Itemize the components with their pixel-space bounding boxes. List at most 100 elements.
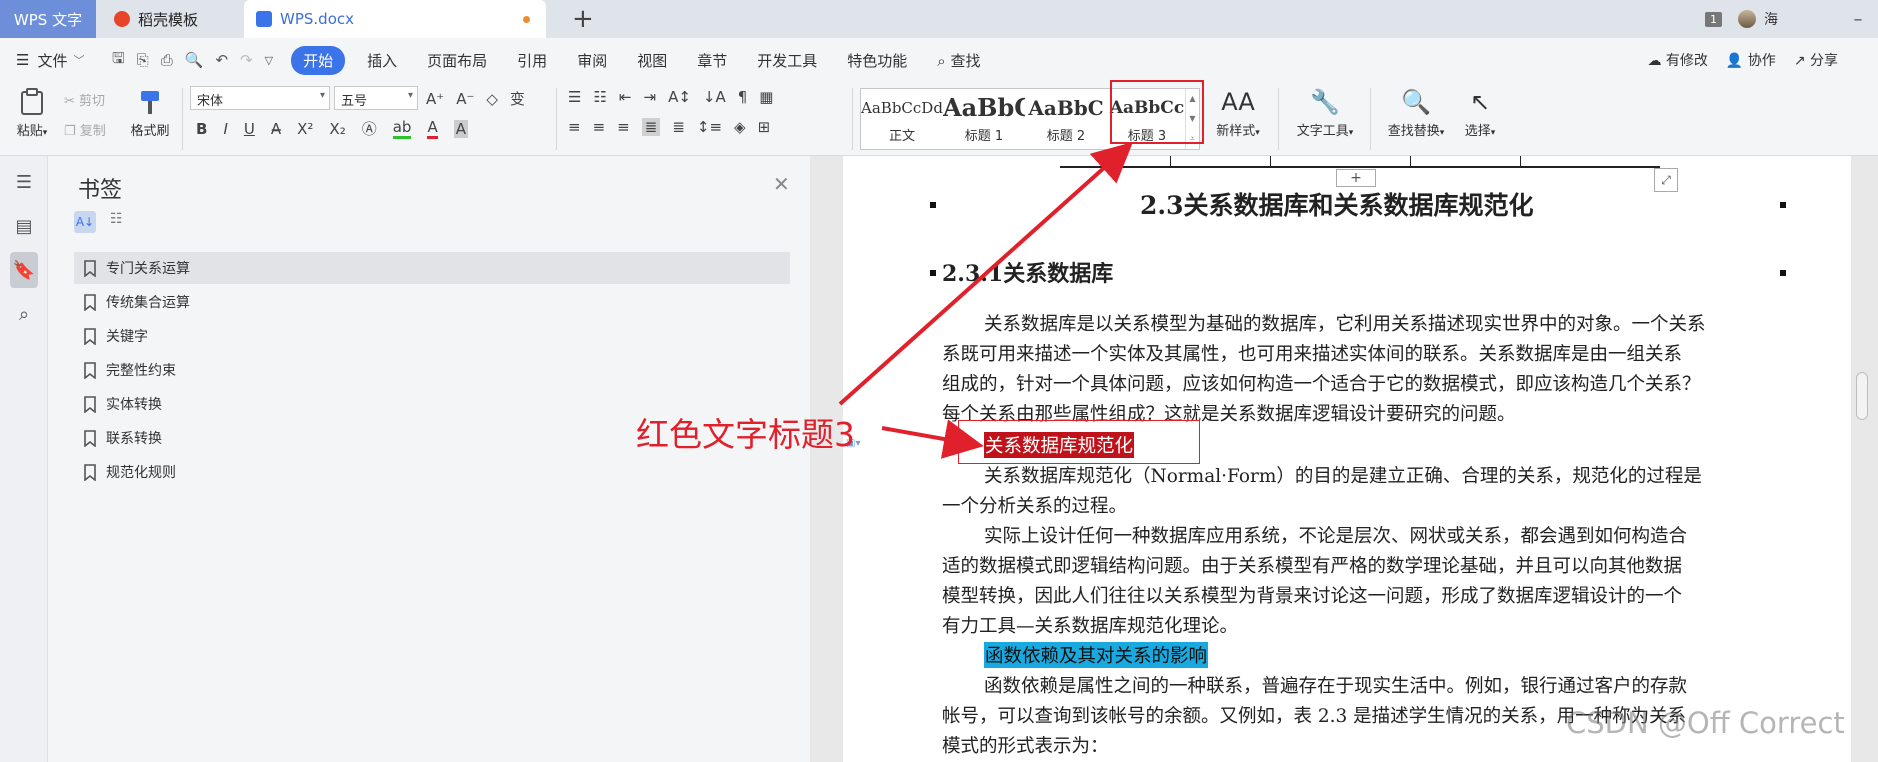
char-shading-icon[interactable]: A [453,119,468,138]
numbered-list-icon[interactable]: ☷ [593,88,606,106]
decrease-indent-icon[interactable]: ⇤ [619,88,632,106]
save-icon[interactable]: 🖫 [112,48,125,73]
blue-heading[interactable]: 函数依赖及其对关系的影响 [984,642,1209,668]
collaborate-button[interactable]: 👤 协作 [1726,50,1776,70]
grow-font-icon[interactable]: A⁺ [426,90,444,108]
justify-icon[interactable]: ≣ [641,118,661,136]
tab-template[interactable]: 稻壳模板 [100,0,240,38]
superscript-icon[interactable]: X² [297,120,313,138]
tab-home[interactable]: 开始 [291,45,346,75]
increase-indent-icon[interactable]: ⇥ [643,88,656,106]
bullet-list-icon[interactable]: ☰ [568,88,581,106]
highlight-icon[interactable]: ab [392,118,412,139]
shading-icon[interactable]: ◈ [734,118,746,136]
italic-icon[interactable]: I [223,120,227,138]
bookmark-item[interactable]: 关键字 [74,320,790,352]
font-color-icon[interactable]: A [427,118,438,139]
subscript-icon[interactable]: X₂ [329,120,345,138]
body-line[interactable]: 关系数据库规范化（Normal·Form）的目的是建立正确、合理的关系，规范化的… [942,462,1780,488]
window-count-badge[interactable]: 1 [1705,11,1722,27]
shrink-font-icon[interactable]: A⁻ [456,90,474,108]
tab-references[interactable]: 引用 [517,50,547,71]
body-line[interactable]: 有力工具—关系数据库规范化理论。 [942,612,1780,638]
tab-insert[interactable]: 插入 [367,50,397,71]
cut-button[interactable]: ✂ 剪切 [64,90,105,109]
bookmark-panel-icon[interactable]: 🔖 [10,252,38,288]
body-line[interactable]: 适的数据模式即逻辑结构问题。由于关系模型有严格的数学理论基础，并且可以向其他数据 [942,552,1780,578]
bookmark-item[interactable]: 完整性约束 [74,354,790,386]
chinese-layout-icon[interactable]: A↕ [668,88,691,106]
body-line[interactable]: 组成的，针对一个具体问题，应该如何构造一个适合于它的数据模式，即应该构造几个关系… [942,370,1780,396]
underline-icon[interactable]: U [244,120,255,138]
new-tab-icon[interactable]: + [572,4,594,34]
body-line[interactable]: 模型转换，因此人们往往以关系模型为背景来讨论这一问题，形成了数据库逻辑设计的一个 [942,582,1780,608]
outline-icon[interactable]: ☰ [10,168,38,196]
font-family-select[interactable]: 宋体 ▾ [190,86,330,110]
format-painter-button[interactable]: 格式刷 [128,88,172,139]
redo-icon[interactable]: ↷ [240,51,253,69]
text-effect-icon[interactable]: Ⓐ [362,118,377,139]
sort-by-name-icon[interactable]: A↓ [74,211,96,233]
expand-table-icon[interactable]: ⤢ [1654,168,1678,192]
tab-review[interactable]: 审阅 [577,50,607,71]
align-left-icon[interactable]: ≡ [568,118,581,136]
search-command[interactable]: ⌕ 查找 [937,50,980,71]
text-tools-button[interactable]: 🔧 文字工具▾ [1288,88,1362,139]
heading-3-section[interactable]: 2.3.1关系数据库 [942,256,1113,288]
vertical-scrollbar[interactable] [1856,372,1868,420]
strikethrough-icon[interactable]: A̶ [271,120,281,138]
body-line[interactable]: 函数依赖是属性之间的一种联系，普遍存在于现实生活中。例如，银行通过客户的存款 [942,672,1780,698]
copy-button[interactable]: ❐ 复制 [64,120,106,139]
style-heading1[interactable]: AaBbC 标题 1 [943,89,1025,149]
file-menu[interactable]: ☰ 文件 ﹀ [0,50,100,71]
close-icon[interactable]: ✕ [773,172,790,196]
align-center-icon[interactable]: ≡ [593,118,606,136]
sort-icon[interactable]: ↓A [703,88,726,106]
avatar[interactable] [1738,10,1756,28]
tab-page-layout[interactable]: 页面布局 [427,50,487,71]
undo-icon[interactable]: ↶ [216,51,229,69]
tab-wps-writer[interactable]: WPS 文字 [0,0,96,38]
clear-format-icon[interactable]: ◇ [486,90,498,108]
add-row-icon[interactable]: + [1336,169,1376,187]
body-line[interactable]: 实际上设计任何一种数据库应用系统，不论是层次、网状或关系，都会遇到如何构造合 [942,522,1780,548]
bookmark-item[interactable]: 规范化规则 [74,456,790,488]
borders-icon[interactable]: ⊞ [758,118,771,136]
tab-view[interactable]: 视图 [637,50,667,71]
paste-button[interactable]: 粘贴▾ [12,88,52,139]
tab-document[interactable]: WPS.docx [244,0,546,38]
minimize-icon[interactable]: – [1838,9,1878,30]
sort-by-position-icon[interactable]: ☷ [110,211,123,227]
body-line[interactable]: 关系数据库是以关系模型为基础的数据库，它利用关系描述现实世界中的对象。一个关系 [942,310,1780,336]
export-icon[interactable]: ⎘ [137,51,149,69]
body-line[interactable]: 一个分析关系的过程。 [942,492,1780,518]
bold-icon[interactable]: B [196,120,207,138]
bookmark-item[interactable]: 传统集合运算 [74,286,790,318]
print-icon[interactable]: ⎙ [161,51,173,69]
phonetic-icon[interactable]: 变 [510,88,525,109]
font-size-select[interactable]: 五号 ▾ [334,86,418,110]
distributed-icon[interactable]: ≣ [672,118,685,136]
new-style-button[interactable]: AA 新样式▾ [1210,88,1266,139]
style-normal[interactable]: AaBbCcDd 正文 [861,89,943,149]
print-preview-icon[interactable]: 🔍 [185,51,204,69]
heading-2[interactable]: 2.3关系数据库和关系数据库规范化 [1140,186,1534,222]
align-right-icon[interactable]: ≡ [617,118,630,136]
table-border-icon[interactable]: ▦ [759,88,773,106]
bookmark-item[interactable]: 专门关系运算 [74,252,790,284]
tab-special[interactable]: 特色功能 [847,50,907,71]
modified-button[interactable]: ☁ 有修改 [1647,50,1707,70]
style-heading2[interactable]: AaBbC 标题 2 [1025,89,1107,149]
find-icon[interactable]: ⌕ [10,300,38,328]
line-spacing-icon[interactable]: ↕≡ [697,118,722,136]
more-icon[interactable]: ▽ [265,54,273,67]
tab-section[interactable]: 章节 [697,50,727,71]
find-replace-button[interactable]: 🔍 查找替换▾ [1380,88,1452,139]
select-button[interactable]: ↖ 选择▾ [1458,88,1502,139]
share-button[interactable]: ↗ 分享 [1794,50,1838,70]
body-line[interactable]: 系既可用来描述一个实体及其属性，也可用来描述实体间的联系。关系数据库是由一组关系 [942,340,1780,366]
user-name[interactable]: 海 [1764,9,1778,29]
thumbnail-icon[interactable]: ▤ [10,212,38,240]
show-marks-icon[interactable]: ¶ [738,88,748,106]
tab-developer[interactable]: 开发工具 [757,50,817,71]
